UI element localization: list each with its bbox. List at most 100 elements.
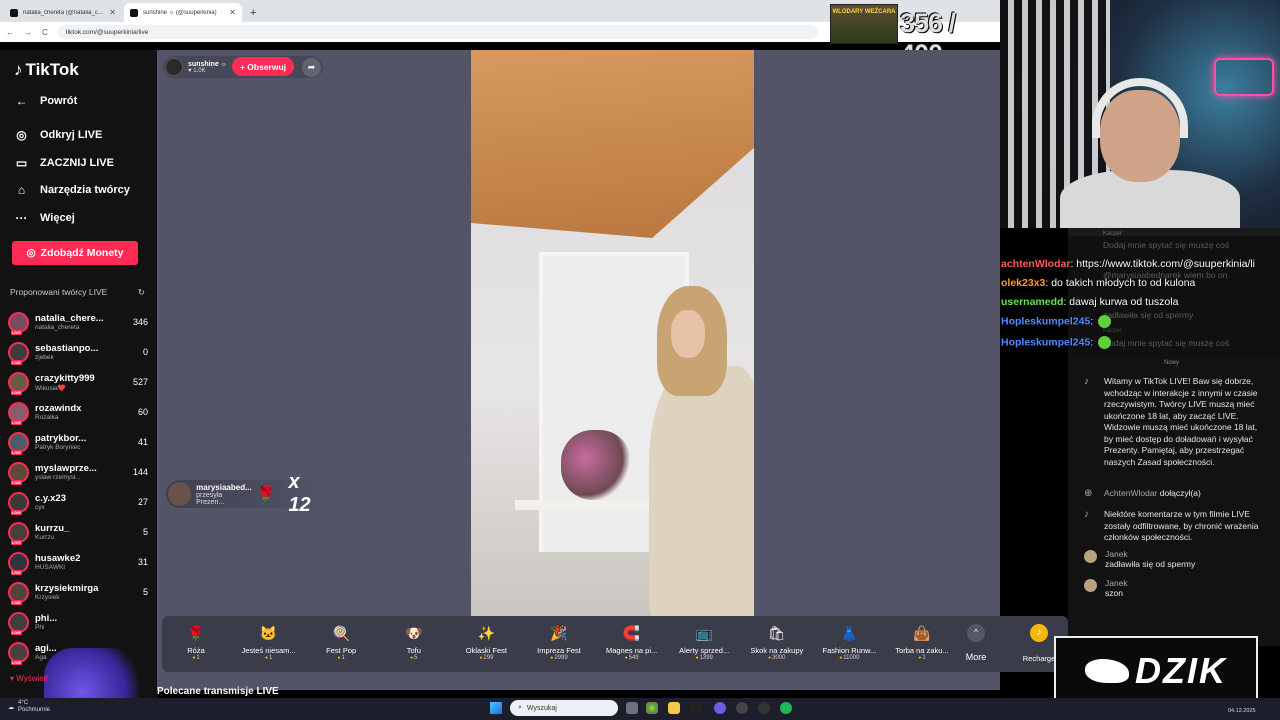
gift-price: 3000: [743, 655, 811, 661]
creator-sub: HUSAWKI: [35, 564, 66, 571]
gift-item[interactable]: 🎉 Impreza Fest2999: [525, 622, 593, 661]
reload-icon[interactable]: C: [42, 28, 48, 37]
boar-icon: [1085, 659, 1129, 683]
see-more-link[interactable]: ▾ Wyświetl: [10, 674, 48, 683]
more-gifts-button[interactable]: ^ More: [962, 624, 990, 662]
close-tab-icon[interactable]: ✕: [109, 8, 116, 17]
taskbar-search[interactable]: ⌕ Wyszukaj: [510, 700, 618, 716]
gift-item[interactable]: 🍭 Fest Pop1: [307, 622, 375, 661]
chat-text: szon: [1105, 588, 1123, 598]
gift-item[interactable]: 📺 Alerty sprzed...1399: [670, 622, 738, 661]
back-icon[interactable]: ←: [6, 28, 14, 37]
creator-names: kurrzu_ Kurrzu: [35, 523, 120, 541]
chevron-up-icon: ^: [967, 624, 985, 642]
chat-message[interactable]: Janek zadławiła się od spermy: [1084, 549, 1264, 569]
gift-price: 299: [452, 655, 520, 661]
browser-tab-active[interactable]: sunshine ☼ (@suuperkinia) ✕: [124, 3, 242, 22]
creator-item[interactable]: crazykitty999Wikusia❤️ 527: [8, 368, 148, 396]
creator-item[interactable]: krzysiekmirgaKrzysiek 5: [8, 578, 148, 606]
app-icon[interactable]: [690, 702, 702, 714]
gift-name: Skok na zakupy: [750, 646, 804, 655]
overlay-chat-user: usernamedd: [1001, 296, 1064, 308]
more-label: More: [965, 652, 987, 662]
creator-item[interactable]: husawke2HUSAWKI 31: [8, 548, 148, 576]
gift-price: 1: [162, 655, 230, 661]
tab-title: sunshine ☼ (@suuperkinia): [143, 9, 217, 16]
gift-name: Tofu: [406, 646, 421, 655]
overlay-chat-colon: :: [1090, 315, 1097, 328]
follow-button[interactable]: + Obserwuj: [232, 57, 294, 76]
gift-item[interactable]: 🐱 Jesteś niesam...1: [235, 622, 303, 661]
creator-item[interactable]: c.y.x23cyx 27: [8, 488, 148, 516]
new-tab-button[interactable]: +: [244, 7, 262, 22]
gift-name: Impreza Fest: [537, 646, 581, 655]
creator-item[interactable]: rozawindxRozalka 60: [8, 398, 148, 426]
gift-item[interactable]: 🛍 Skok na zakupy3000: [743, 622, 811, 661]
gift-item[interactable]: ✨ Oklaski Fest299: [452, 622, 520, 661]
stream-badge-image: WLODARY WEŹCARA: [830, 4, 898, 44]
nav-discover-live[interactable]: ◎ Odkryj LIVE: [14, 128, 154, 142]
folder-icon[interactable]: [668, 702, 680, 714]
creator-sub: natalia_chereta: [35, 324, 80, 331]
nav-back[interactable]: ← Powrót: [14, 94, 154, 108]
browser-tab[interactable]: natalia_chereta (@natalia_chere ✕: [4, 3, 122, 22]
overlay-chat-user: achtenWlodar: [1001, 258, 1071, 270]
video-flowers: [561, 430, 631, 500]
welcome-text: Witamy w TikTok LIVE! Baw się dobrze, wc…: [1104, 376, 1258, 467]
video-camera-icon: ▭: [15, 156, 28, 170]
creator-item[interactable]: natalia_chere...natalia_chereta 346: [8, 308, 148, 336]
gift-item[interactable]: 🐶 Tofu5: [380, 622, 448, 661]
creator-name: c.y.x23: [35, 493, 66, 504]
get-coins-button[interactable]: ◎ Zdobądź Monety: [12, 241, 138, 265]
forward-icon[interactable]: →: [24, 28, 32, 37]
home-icon: ⌂: [17, 183, 26, 197]
task-view-icon[interactable]: [626, 702, 638, 714]
creator-item[interactable]: patrykbor...Patryk Boryniec 41: [8, 428, 148, 456]
creator-item[interactable]: kurrzu_Kurrzu 5: [8, 518, 148, 546]
tiktok-note-icon: ♪: [14, 60, 23, 79]
spotify-icon[interactable]: [780, 702, 792, 714]
chat-message[interactable]: Janek szon: [1084, 578, 1264, 598]
chat-user: Janek: [1105, 578, 1128, 588]
weather-widget[interactable]: ☁ 4°C Pochmurnie: [8, 700, 50, 714]
close-tab-icon[interactable]: ✕: [229, 8, 236, 17]
avatar: [1084, 550, 1097, 563]
discord-icon[interactable]: [714, 702, 726, 714]
creator-item[interactable]: sebastianpo...zjebek 0: [8, 338, 148, 366]
gift-name: Jesteś niesam...: [241, 646, 296, 655]
nav-creator-tools[interactable]: ⌂ Narzędzia twórcy: [14, 183, 154, 197]
chrome-icon[interactable]: [646, 702, 658, 714]
gift-item[interactable]: 👗 Fashion Runw...11000: [815, 622, 883, 661]
gift-icon: 🌹: [187, 625, 205, 641]
creator-item[interactable]: phi...Phi: [8, 608, 148, 636]
joined-user: AchtenWlodar: [1104, 488, 1158, 498]
gift-item[interactable]: 🌹 Róża1: [162, 622, 230, 661]
creator-item[interactable]: myslawprze...yslaw rzemysł... 144: [8, 458, 148, 486]
taskbar-date: 04.12.2025: [1228, 708, 1256, 714]
share-icon[interactable]: ➦: [302, 58, 321, 77]
overlay-chat-line: achtenWlodar: https://www.tiktok.com/@su…: [1001, 258, 1255, 270]
cloud-icon: ☁: [8, 704, 14, 711]
gift-name: Magnes na pi...: [605, 646, 658, 655]
search-placeholder: Wyszukaj: [526, 704, 557, 712]
nav-more[interactable]: ··· Więcej: [14, 211, 154, 225]
avatar: [8, 401, 29, 425]
gift-item[interactable]: 🧲 Magnes na pi...549: [598, 622, 666, 661]
refresh-icon[interactable]: ↻: [138, 287, 145, 298]
url-field[interactable]: tiktok.com/@suuperkinia/live: [57, 25, 818, 39]
coin-icon: ♪: [1030, 624, 1048, 642]
obs-icon[interactable]: [758, 702, 770, 714]
gift-icon: 🐱: [259, 625, 278, 641]
creator-names: sebastianpo... zjebek: [35, 343, 120, 361]
live-video[interactable]: [471, 50, 754, 616]
video-shelf: [515, 500, 665, 510]
gift-price: 2999: [525, 655, 593, 661]
browser-icon[interactable]: [736, 702, 748, 714]
gift-item[interactable]: 👜 Torba na zaku...1: [888, 622, 956, 661]
gift-icon: 📺: [695, 625, 713, 641]
host-avatar: [165, 58, 183, 76]
windows-start-icon[interactable]: [490, 702, 502, 714]
nav-start-live[interactable]: ▭ ZACZNIJ LIVE: [14, 156, 154, 170]
tiktok-logo[interactable]: ♪ TikTok: [14, 60, 79, 80]
gift-name: Róża: [187, 646, 205, 655]
